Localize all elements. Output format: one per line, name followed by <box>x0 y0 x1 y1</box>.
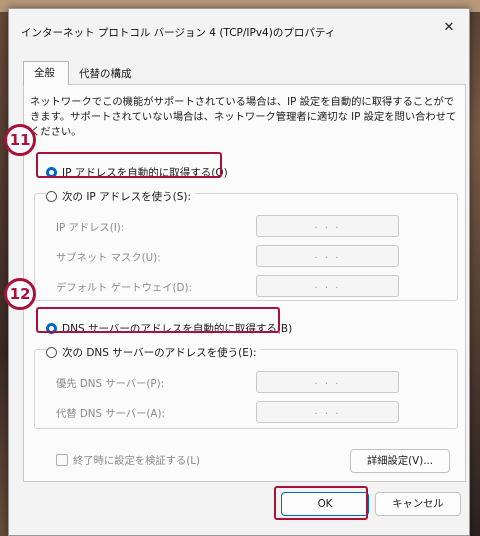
cancel-button[interactable]: キャンセル <box>375 492 461 516</box>
step-badge-11: 11 <box>4 124 36 156</box>
ip-address-field[interactable]: . . . <box>256 215 399 237</box>
subnet-mask-field[interactable]: . . . <box>256 245 399 267</box>
alternate-dns-field[interactable]: . . . <box>256 401 399 423</box>
properties-dialog: インターネット プロトコル バージョン 4 (TCP/IPv4)のプロパティ ✕… <box>8 8 470 536</box>
default-gateway-label: デフォルト ゲートウェイ(D): <box>56 282 192 294</box>
dns-manual-label: 次の DNS サーバーのアドレスを使う(E): <box>62 347 257 359</box>
ip-manual-radio[interactable]: 次の IP アドレスを使う(S): <box>46 189 195 204</box>
general-panel: ネットワークでこの機能がサポートされている場合は、IP 設定を自動的に取得するこ… <box>23 84 466 482</box>
tab-alternate-config[interactable]: 代替の構成 <box>69 63 143 85</box>
preferred-dns-field[interactable]: . . . <box>256 371 399 393</box>
dialog-title: インターネット プロトコル バージョン 4 (TCP/IPv4)のプロパティ <box>21 27 336 39</box>
dns-auto-highlight <box>36 307 280 333</box>
advanced-button[interactable]: 詳細設定(V)... <box>350 449 450 473</box>
checkbox-icon <box>56 453 68 466</box>
ip-auto-highlight <box>36 152 222 178</box>
ok-button-highlight <box>274 486 368 520</box>
ip-address-label: IP アドレス(I): <box>56 222 125 234</box>
validate-on-exit-checkbox[interactable]: 終了時に設定を検証する(L) <box>56 452 200 467</box>
step-badge-12: 12 <box>4 278 36 310</box>
tab-general[interactable]: 全般 <box>23 61 69 85</box>
radio-unselected-icon <box>46 347 57 358</box>
radio-unselected-icon <box>46 191 57 202</box>
subnet-mask-label: サブネット マスク(U): <box>56 252 161 264</box>
description-text: ネットワークでこの機能がサポートされている場合は、IP 設定を自動的に取得するこ… <box>30 96 457 138</box>
dns-manual-radio[interactable]: 次の DNS サーバーのアドレスを使う(E): <box>46 345 261 360</box>
ip-manual-label: 次の IP アドレスを使う(S): <box>62 191 191 203</box>
alternate-dns-label: 代替 DNS サーバー(A): <box>56 408 165 420</box>
validate-on-exit-label: 終了時に設定を検証する(L) <box>73 455 201 467</box>
close-icon[interactable]: ✕ <box>435 17 463 39</box>
preferred-dns-label: 優先 DNS サーバー(P): <box>56 378 165 390</box>
default-gateway-field[interactable]: . . . <box>256 275 399 297</box>
